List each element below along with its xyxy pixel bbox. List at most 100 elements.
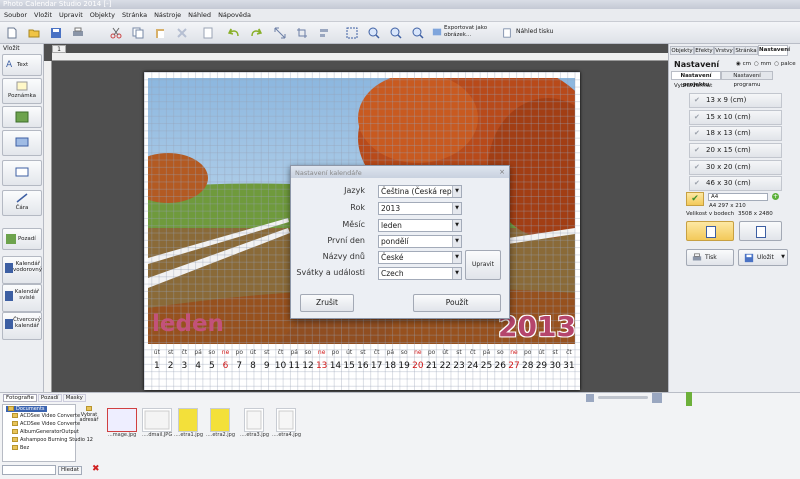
orientation-portrait-button[interactable]: [686, 221, 734, 241]
first-day-select[interactable]: pondělí ▼: [378, 235, 462, 248]
horizontal-ruler[interactable]: [52, 53, 668, 61]
apply-button[interactable]: Použít: [413, 294, 501, 312]
zoom-fit-button[interactable]: [410, 25, 426, 41]
month-title[interactable]: leden: [152, 311, 224, 337]
save-button[interactable]: Uložit ▼: [738, 249, 788, 266]
small-thumbnail-icon[interactable]: [586, 394, 594, 402]
format-46x30[interactable]: ✔ 46 x 30 (cm): [689, 176, 782, 191]
insert-line-button[interactable]: Čára: [2, 190, 42, 216]
search-input[interactable]: [2, 465, 56, 475]
insert-frame-button[interactable]: [2, 160, 42, 186]
insert-square-calendar-button[interactable]: Čtvercový kalendář: [2, 312, 42, 340]
insert-text-button[interactable]: A Text: [2, 54, 42, 76]
redo-button[interactable]: [248, 25, 264, 41]
close-icon[interactable]: ×: [499, 168, 505, 176]
edit-holidays-button[interactable]: Upravit: [465, 250, 501, 280]
tree-item-documents[interactable]: Documents: [6, 406, 47, 412]
add-format-icon[interactable]: +: [772, 193, 779, 200]
insert-note-button[interactable]: Poznámka: [2, 78, 42, 104]
scroll-handle-icon[interactable]: [686, 392, 692, 406]
day-names-select[interactable]: České ▼: [378, 251, 462, 264]
zoom-in-button[interactable]: [366, 25, 382, 41]
tab-objects[interactable]: Objekty: [670, 46, 694, 55]
crop-button[interactable]: [294, 25, 310, 41]
undo-button[interactable]: [226, 25, 242, 41]
year-select[interactable]: 2013 ▼: [378, 202, 462, 215]
page-button[interactable]: [200, 25, 216, 41]
vertical-ruler[interactable]: [44, 61, 52, 392]
format-18x13[interactable]: ✔ 18 x 13 (cm): [689, 126, 782, 141]
tab-settings[interactable]: Nastavení: [758, 45, 790, 56]
select-folder-button[interactable]: Vybrat adresář: [78, 406, 100, 430]
tab-masks[interactable]: Masky: [62, 394, 86, 402]
tab-page[interactable]: Stránka: [734, 46, 758, 55]
search-button[interactable]: Hledat: [58, 466, 82, 475]
tab-layers[interactable]: Vrstvy: [714, 46, 734, 55]
thumbnail-image[interactable]: [276, 408, 296, 432]
insert-vertical-calendar-button[interactable]: Kalendář svislé: [2, 284, 42, 312]
format-13x9[interactable]: ✔ 13 x 9 (cm): [689, 93, 782, 108]
thumbnail-image[interactable]: [142, 408, 172, 432]
delete-button[interactable]: [174, 25, 190, 41]
format-30x20[interactable]: ✔ 30 x 20 (cm): [689, 160, 782, 175]
tree-item[interactable]: ACDSee Video Converte: [12, 413, 80, 419]
fit-button[interactable]: [272, 25, 288, 41]
tab-backgrounds[interactable]: Pozadí: [37, 394, 62, 402]
insert-image-button[interactable]: [2, 106, 42, 128]
thumbnail-image[interactable]: [244, 408, 264, 432]
insert-horizontal-calendar-button[interactable]: Kalendář vodorovný: [2, 256, 42, 284]
unit-mm-radio[interactable]: ○ mm: [754, 61, 771, 67]
export-image-button[interactable]: Exportovat jako obrázek...: [432, 25, 496, 41]
menu-nastroje[interactable]: Nástroje: [154, 11, 181, 19]
insert-shape-button[interactable]: [2, 130, 42, 156]
holidays-select[interactable]: Czech ▼: [378, 267, 462, 280]
cancel-button[interactable]: Zrušit: [300, 294, 354, 312]
unit-inch-radio[interactable]: ○ palce: [774, 61, 795, 67]
menu-stranka[interactable]: Stránka: [122, 11, 147, 19]
paper-format-select[interactable]: A4: [708, 193, 768, 201]
menu-vlozit[interactable]: Vložit: [34, 11, 52, 19]
new-file-button[interactable]: [4, 25, 20, 41]
orientation-landscape-button[interactable]: [739, 221, 782, 241]
select-tool-button[interactable]: [344, 25, 360, 41]
day-numbers-row[interactable]: 1 2 3 4 5 6 7 8 9 10 11 12 13 14 15 16 17 18 19 20 21 22 23 24 2…: [150, 361, 576, 375]
language-select[interactable]: Čeština (Česká repub ▼: [378, 185, 462, 198]
tab-effects[interactable]: Efekty: [694, 46, 714, 55]
page-tab[interactable]: 1: [52, 45, 66, 53]
menu-napoveda[interactable]: Nápověda: [218, 11, 251, 19]
open-button[interactable]: [26, 25, 42, 41]
tree-item[interactable]: Bez: [12, 445, 29, 451]
zoom-out-button[interactable]: [388, 25, 404, 41]
thumbnail-image[interactable]: [178, 408, 198, 432]
thumbnail-size-slider[interactable]: [598, 396, 648, 399]
tree-item[interactable]: AlbumGeneratorOutput: [12, 429, 79, 435]
day-names-row[interactable]: út st čt pá so ne po út st čt pá so ne po út st čt pá so ne…: [150, 349, 576, 359]
thumbnail-image[interactable]: [210, 408, 230, 432]
print-preview-button[interactable]: Náhled tisku: [502, 28, 562, 40]
format-selected-check[interactable]: ✔: [686, 192, 704, 206]
close-icon[interactable]: ✖: [92, 464, 102, 474]
copy-button[interactable]: [130, 25, 146, 41]
save-toolbar-button[interactable]: [48, 25, 64, 41]
format-20x15[interactable]: ✔ 20 x 15 (cm): [689, 143, 782, 158]
menu-upravit[interactable]: Upravit: [59, 11, 83, 19]
paste-button[interactable]: [152, 25, 168, 41]
tree-item[interactable]: Ashampoo Burning Studio 12: [12, 437, 93, 443]
insert-background-button[interactable]: Pozadí: [2, 228, 42, 250]
align-button[interactable]: [316, 25, 332, 41]
tab-project-settings[interactable]: Nastavení projektu: [671, 71, 721, 88]
menu-objekty[interactable]: Objekty: [90, 11, 115, 19]
menu-nahled[interactable]: Náhled: [188, 11, 211, 19]
thumbnail-image[interactable]: [107, 408, 137, 432]
tab-photos[interactable]: Fotografie: [3, 394, 37, 402]
large-thumbnail-icon[interactable]: [652, 393, 662, 403]
tab-program-settings[interactable]: Nastavení programu: [721, 71, 773, 88]
menu-soubor[interactable]: Soubor: [4, 11, 27, 19]
print-toolbar-button[interactable]: [70, 25, 86, 41]
format-15x10[interactable]: ✔ 15 x 10 (cm): [689, 110, 782, 125]
month-select[interactable]: leden ▼: [378, 219, 462, 232]
unit-cm-radio[interactable]: ◉ cm: [736, 61, 751, 67]
cut-button[interactable]: [108, 25, 124, 41]
print-button[interactable]: Tisk: [686, 249, 734, 266]
tree-item[interactable]: ACDSee Video Converte: [12, 421, 80, 427]
